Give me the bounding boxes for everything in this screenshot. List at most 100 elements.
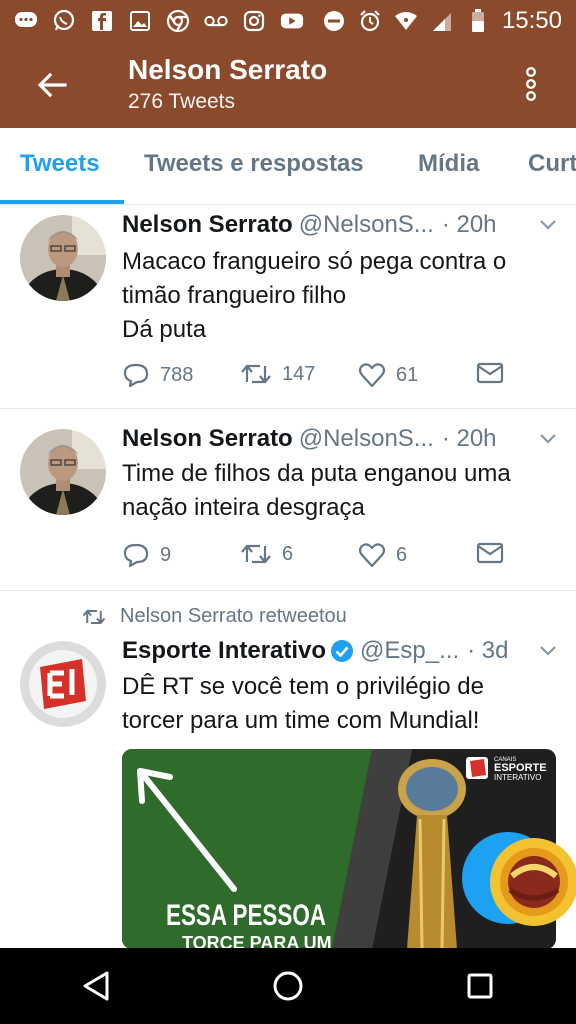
notification-icons	[14, 9, 304, 33]
tweet-text: Macaco frangueiro só pega contra o timão…	[122, 245, 556, 347]
voicemail-icon	[204, 9, 228, 33]
author-name[interactable]: Nelson Serrato	[122, 211, 293, 239]
like-icon	[358, 543, 386, 568]
whatsapp-icon	[52, 9, 76, 33]
reply-icon	[123, 543, 149, 568]
reply-count: 788	[160, 363, 194, 386]
tweet-menu-button[interactable]	[536, 219, 560, 231]
like-icon	[358, 363, 386, 388]
author-handle[interactable]: @NelsonS...	[299, 211, 434, 239]
tweet-text: Time de filhos da puta enganou uma nação…	[122, 457, 556, 525]
reply-icon	[123, 363, 149, 388]
caret-down-icon	[540, 646, 556, 656]
back-arrow-icon	[37, 72, 67, 98]
chat-icon	[14, 9, 38, 33]
facebook-icon	[90, 9, 114, 33]
battery-icon	[466, 9, 490, 33]
media-headline: ESSA PESSOA	[166, 899, 326, 932]
tweet-actions: 788 147 61	[122, 362, 516, 392]
tweet-text-line: Time de filhos da puta enganou uma	[122, 460, 511, 487]
tweet-text-line: Macaco frangueiro só pega contra o	[122, 248, 507, 275]
active-tab-indicator	[0, 200, 124, 204]
nav-home-button[interactable]	[253, 951, 323, 1021]
tweet-text-line: DÊ RT se você tem o privilégio de	[122, 673, 484, 700]
clock: 15:50	[501, 7, 562, 34]
tweet-header: Nelson Serrato @NelsonS... · 20h	[122, 211, 560, 239]
page-title: Nelson Serrato	[128, 54, 328, 85]
tweet-text-line: torcer para um time com Mundial!	[122, 707, 480, 734]
author-handle[interactable]: @NelsonS...	[299, 425, 434, 453]
chrome-icon	[166, 9, 190, 33]
brand-line-2: INTERATIVO	[494, 773, 541, 782]
tweet-time: · 20h	[441, 211, 497, 238]
tweet-time: · 20h	[441, 425, 497, 452]
back-triangle-icon	[83, 971, 109, 1001]
system-status: 15:50	[322, 7, 562, 35]
direct-message-button[interactable]	[476, 362, 504, 384]
dm-icon	[476, 542, 504, 564]
author-name[interactable]: Esporte Interativo	[122, 637, 326, 665]
tab-tweets[interactable]: Tweets	[20, 150, 100, 178]
recents-square-icon	[467, 973, 493, 999]
tweet-menu-button[interactable]	[536, 645, 560, 657]
alarm-icon	[358, 9, 382, 33]
more-vert-icon	[526, 67, 536, 101]
tab-tweets-and-replies[interactable]: Tweets e respostas	[144, 150, 364, 178]
nav-recents-button[interactable]	[445, 951, 515, 1021]
dm-icon	[476, 362, 504, 384]
profile-tabs: Tweets Tweets e respostas Mídia Curt	[0, 128, 576, 205]
like-button[interactable]: 6	[358, 542, 407, 568]
tweet-count: 276 Tweets	[128, 90, 236, 113]
do-not-disturb-icon	[322, 9, 346, 33]
reply-count: 9	[160, 543, 172, 566]
retweet-button[interactable]: 6	[240, 542, 293, 566]
avatar[interactable]	[20, 215, 106, 301]
home-circle-icon	[273, 971, 303, 1001]
system-navigation-bar	[0, 948, 576, 1024]
tweet-actions: 9 6 6	[122, 542, 516, 572]
retweet-icon	[241, 364, 271, 384]
retweet-icon	[241, 544, 271, 564]
like-button[interactable]: 61	[358, 362, 418, 388]
instagram-icon	[242, 9, 266, 33]
media-subline: TORCE PARA UM	[182, 933, 332, 949]
signal-icon	[430, 9, 454, 33]
author-name[interactable]: Nelson Serrato	[122, 425, 293, 453]
retweet-button[interactable]: 147	[240, 362, 315, 386]
retweeted-by-label[interactable]: Nelson Serrato retweetou	[120, 605, 347, 628]
tweet-menu-button[interactable]	[536, 433, 560, 445]
avatar[interactable]	[20, 429, 106, 515]
more-options-button[interactable]	[516, 64, 546, 104]
tweet-item[interactable]: Nelson Serrato @NelsonS... · 20h Macaco …	[0, 205, 576, 409]
tweet-item[interactable]: Nelson Serrato @NelsonS... · 20h Time de…	[0, 409, 576, 591]
reply-button[interactable]: 9	[122, 542, 171, 568]
tweet-text-line: Dá puta	[122, 316, 207, 343]
status-bar: 15:50	[0, 0, 576, 42]
profile-app-bar: Nelson Serrato 276 Tweets	[0, 42, 576, 128]
tweet-time: · 3d	[467, 637, 509, 664]
wifi-icon	[394, 9, 418, 33]
like-count: 61	[396, 363, 419, 386]
retweet-count: 6	[282, 542, 294, 565]
gallery-icon	[128, 9, 152, 33]
nav-back-button[interactable]	[61, 951, 131, 1021]
tweet-text: DÊ RT se você tem o privilégio de torcer…	[122, 670, 556, 738]
author-handle[interactable]: @Esp_...	[360, 637, 459, 665]
tab-media[interactable]: Mídia	[418, 150, 479, 178]
tab-likes[interactable]: Curt	[528, 150, 576, 178]
like-count: 6	[396, 543, 408, 566]
retweeted-by: Nelson Serrato retweetou	[82, 605, 347, 628]
direct-message-button[interactable]	[476, 542, 504, 564]
tweet-header: Nelson Serrato @NelsonS... · 20h	[122, 425, 560, 453]
back-button[interactable]	[32, 67, 72, 103]
tweet-text-line: timão frangueiro filho	[122, 282, 347, 309]
floating-app-logo[interactable]	[486, 832, 576, 932]
retweet-count: 147	[282, 362, 316, 385]
tweet-text-line: nação inteira desgraça	[122, 494, 365, 521]
verified-icon	[330, 639, 354, 663]
reply-button[interactable]: 788	[122, 362, 193, 388]
caret-down-icon	[540, 220, 556, 230]
tweet-header: Esporte Interativo @Esp_... · 3d	[122, 637, 560, 665]
avatar[interactable]	[20, 641, 106, 727]
caret-down-icon	[540, 434, 556, 444]
